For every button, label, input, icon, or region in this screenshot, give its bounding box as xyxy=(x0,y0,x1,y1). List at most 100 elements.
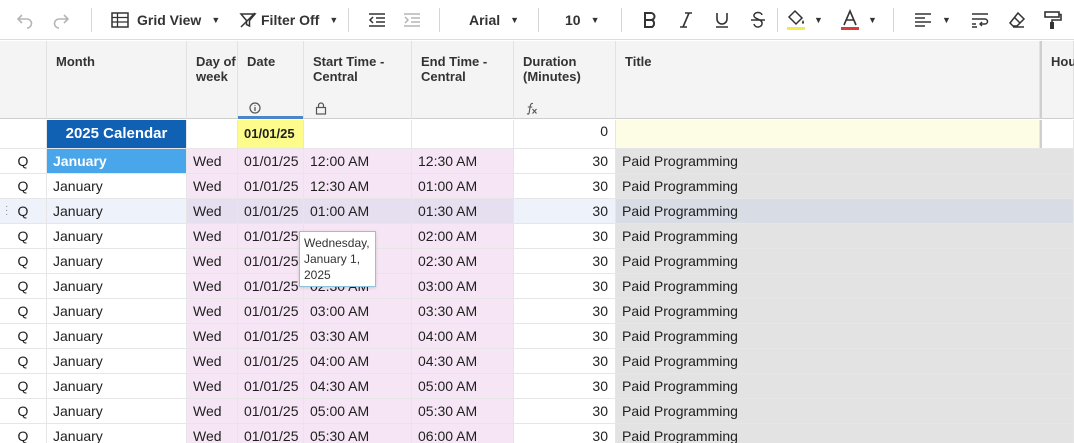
title-cell[interactable]: Paid Programming xyxy=(616,199,1074,223)
column-header-title[interactable]: Title xyxy=(616,41,1040,119)
duration-cell[interactable]: 30 xyxy=(514,274,616,298)
table-row[interactable]: Q January Wed 01/01/25 04:30 AM 05:00 AM 30 Pai… xyxy=(0,374,1074,399)
title-cell[interactable]: Paid Programming xyxy=(616,374,1074,398)
end-time-cell[interactable]: 03:30 AM xyxy=(412,299,514,323)
end-time-cell[interactable]: 12:30 AM xyxy=(412,149,514,173)
end-time-cell[interactable]: 02:30 AM xyxy=(412,249,514,273)
date-cell[interactable]: 01/01/25 xyxy=(238,349,304,373)
start-time-cell[interactable]: 05:00 AM xyxy=(304,399,412,423)
month-cell[interactable]: January xyxy=(47,424,187,443)
summary-hour-cell[interactable] xyxy=(1040,120,1074,148)
font-size-dropdown[interactable]: 10 ▼ xyxy=(565,0,600,40)
month-cell[interactable]: January xyxy=(47,224,187,248)
duration-cell[interactable]: 30 xyxy=(514,324,616,348)
day-of-week-cell[interactable]: Wed xyxy=(187,174,238,198)
filter-dropdown[interactable]: Filter Off ▼ xyxy=(239,0,338,40)
duration-cell[interactable]: 30 xyxy=(514,249,616,273)
row-flag-cell[interactable]: Q xyxy=(0,374,47,398)
month-cell[interactable]: January xyxy=(47,199,187,223)
column-header-start-time[interactable]: Start Time - Central xyxy=(304,41,412,119)
date-cell[interactable]: 01/01/25 xyxy=(238,224,304,248)
date-cell[interactable]: 01/01/25 xyxy=(238,199,304,223)
title-cell[interactable]: Paid Programming xyxy=(616,174,1074,198)
row-flag-cell[interactable]: Q xyxy=(0,399,47,423)
end-time-cell[interactable]: 01:00 AM xyxy=(412,174,514,198)
end-time-cell[interactable]: 06:00 AM xyxy=(412,424,514,443)
start-time-cell[interactable]: 03:30 AM xyxy=(304,324,412,348)
duration-cell[interactable]: 30 xyxy=(514,174,616,198)
outdent-button[interactable] xyxy=(368,0,386,40)
start-time-cell[interactable]: 03:00 AM xyxy=(304,299,412,323)
day-of-week-cell[interactable]: Wed xyxy=(187,424,238,443)
day-of-week-cell[interactable]: Wed xyxy=(187,274,238,298)
end-time-cell[interactable]: 01:30 AM xyxy=(412,199,514,223)
column-header-month[interactable]: Month xyxy=(47,41,187,119)
date-cell[interactable]: 01/01/25 xyxy=(238,249,304,273)
summary-day-cell[interactable] xyxy=(187,120,238,148)
day-of-week-cell[interactable]: Wed xyxy=(187,324,238,348)
table-row[interactable]: Q January Wed 01/01/25 03:00 AM 03:30 AM 30 Pai… xyxy=(0,299,1074,324)
date-cell[interactable]: 01/01/25 xyxy=(238,424,304,443)
summary-date-cell[interactable]: 01/01/25 xyxy=(238,120,304,148)
column-header-day-of-week[interactable]: Day of week xyxy=(187,41,238,119)
title-cell[interactable]: Paid Programming xyxy=(616,149,1074,173)
align-dropdown[interactable]: ▼ xyxy=(914,0,951,40)
duration-cell[interactable]: 30 xyxy=(514,224,616,248)
date-cell[interactable]: 01/01/25 xyxy=(238,274,304,298)
date-cell[interactable]: 01/01/25 xyxy=(238,324,304,348)
duration-cell[interactable]: 30 xyxy=(514,424,616,443)
duration-cell[interactable]: 30 xyxy=(514,299,616,323)
title-cell[interactable]: Paid Programming xyxy=(616,249,1074,273)
indent-button[interactable] xyxy=(403,0,421,40)
end-time-cell[interactable]: 05:00 AM xyxy=(412,374,514,398)
day-of-week-cell[interactable]: Wed xyxy=(187,349,238,373)
table-row[interactable]: QJanuaryWed01/01/2502:30 AM03:00 AM30Pai… xyxy=(0,274,1074,299)
end-time-cell[interactable]: 03:00 AM xyxy=(412,274,514,298)
row-flag-cell[interactable]: Q xyxy=(0,149,47,173)
month-cell[interactable]: January xyxy=(47,174,187,198)
underline-button[interactable] xyxy=(714,0,730,40)
summary-title-cell[interactable] xyxy=(616,120,1040,148)
table-row[interactable]: Q January Wed 01/01/25 04:00 AM 04:30 AM 30 Pai… xyxy=(0,349,1074,374)
end-time-cell[interactable]: 04:30 AM xyxy=(412,349,514,373)
duration-cell[interactable]: 30 xyxy=(514,349,616,373)
table-row[interactable]: Q January Wed 01/01/25 05:00 AM 05:30 AM 30 Pai… xyxy=(0,399,1074,424)
month-cell[interactable]: January xyxy=(47,299,187,323)
end-time-cell[interactable]: 02:00 AM xyxy=(412,224,514,248)
column-header-hour[interactable]: Hou xyxy=(1040,41,1074,119)
day-of-week-cell[interactable]: Wed xyxy=(187,249,238,273)
row-flag-cell[interactable]: Q xyxy=(0,349,47,373)
row-flag-cell[interactable]: Q xyxy=(0,299,47,323)
title-cell[interactable]: Paid Programming xyxy=(616,299,1074,323)
grid-view-dropdown[interactable]: Grid View ▼ xyxy=(111,0,220,40)
table-row[interactable]: Q January Wed 01/01/25 03:30 AM 04:00 AM 30 Pai… xyxy=(0,324,1074,349)
table-row[interactable]: Q January Wed 01/01/25 05:30 AM 06:00 AM 30 Pai… xyxy=(0,424,1074,443)
table-row[interactable]: QJanuaryWed01/01/2502:00 AM02:30 AM30Pai… xyxy=(0,249,1074,274)
month-cell[interactable]: January xyxy=(47,374,187,398)
table-row[interactable]: Q January Wed 01/01/25 12:00 AM 12:30 AM 30 Pai… xyxy=(0,149,1074,174)
strikethrough-button[interactable] xyxy=(750,0,766,40)
drag-handle-icon[interactable]: · · · xyxy=(5,202,9,220)
date-cell[interactable]: 01/01/25 xyxy=(238,174,304,198)
start-time-cell[interactable]: 12:00 AM xyxy=(304,149,412,173)
title-cell[interactable]: Paid Programming xyxy=(616,224,1074,248)
start-time-cell[interactable]: 12:30 AM xyxy=(304,174,412,198)
row-flag-cell[interactable]: Q xyxy=(0,224,47,248)
duration-cell[interactable]: 30 xyxy=(514,399,616,423)
row-flag-cell[interactable]: Q xyxy=(0,249,47,273)
date-cell[interactable]: 01/01/25 xyxy=(238,374,304,398)
summary-start-cell[interactable] xyxy=(304,120,412,148)
column-header-duration[interactable]: Duration (Minutes) xyxy=(514,41,616,119)
title-cell[interactable]: Paid Programming xyxy=(616,349,1074,373)
fill-color-button[interactable]: ▼ xyxy=(786,0,823,40)
title-cell[interactable]: Paid Programming xyxy=(616,274,1074,298)
undo-button[interactable] xyxy=(16,0,34,40)
row-flag-cell[interactable]: Q xyxy=(0,424,47,443)
month-cell[interactable]: January xyxy=(47,324,187,348)
day-of-week-cell[interactable]: Wed xyxy=(187,374,238,398)
text-color-button[interactable]: ▼ xyxy=(840,0,877,40)
day-of-week-cell[interactable]: Wed xyxy=(187,199,238,223)
month-cell[interactable]: January xyxy=(47,149,187,173)
info-icon[interactable] xyxy=(249,102,261,114)
duration-cell[interactable]: 30 xyxy=(514,149,616,173)
